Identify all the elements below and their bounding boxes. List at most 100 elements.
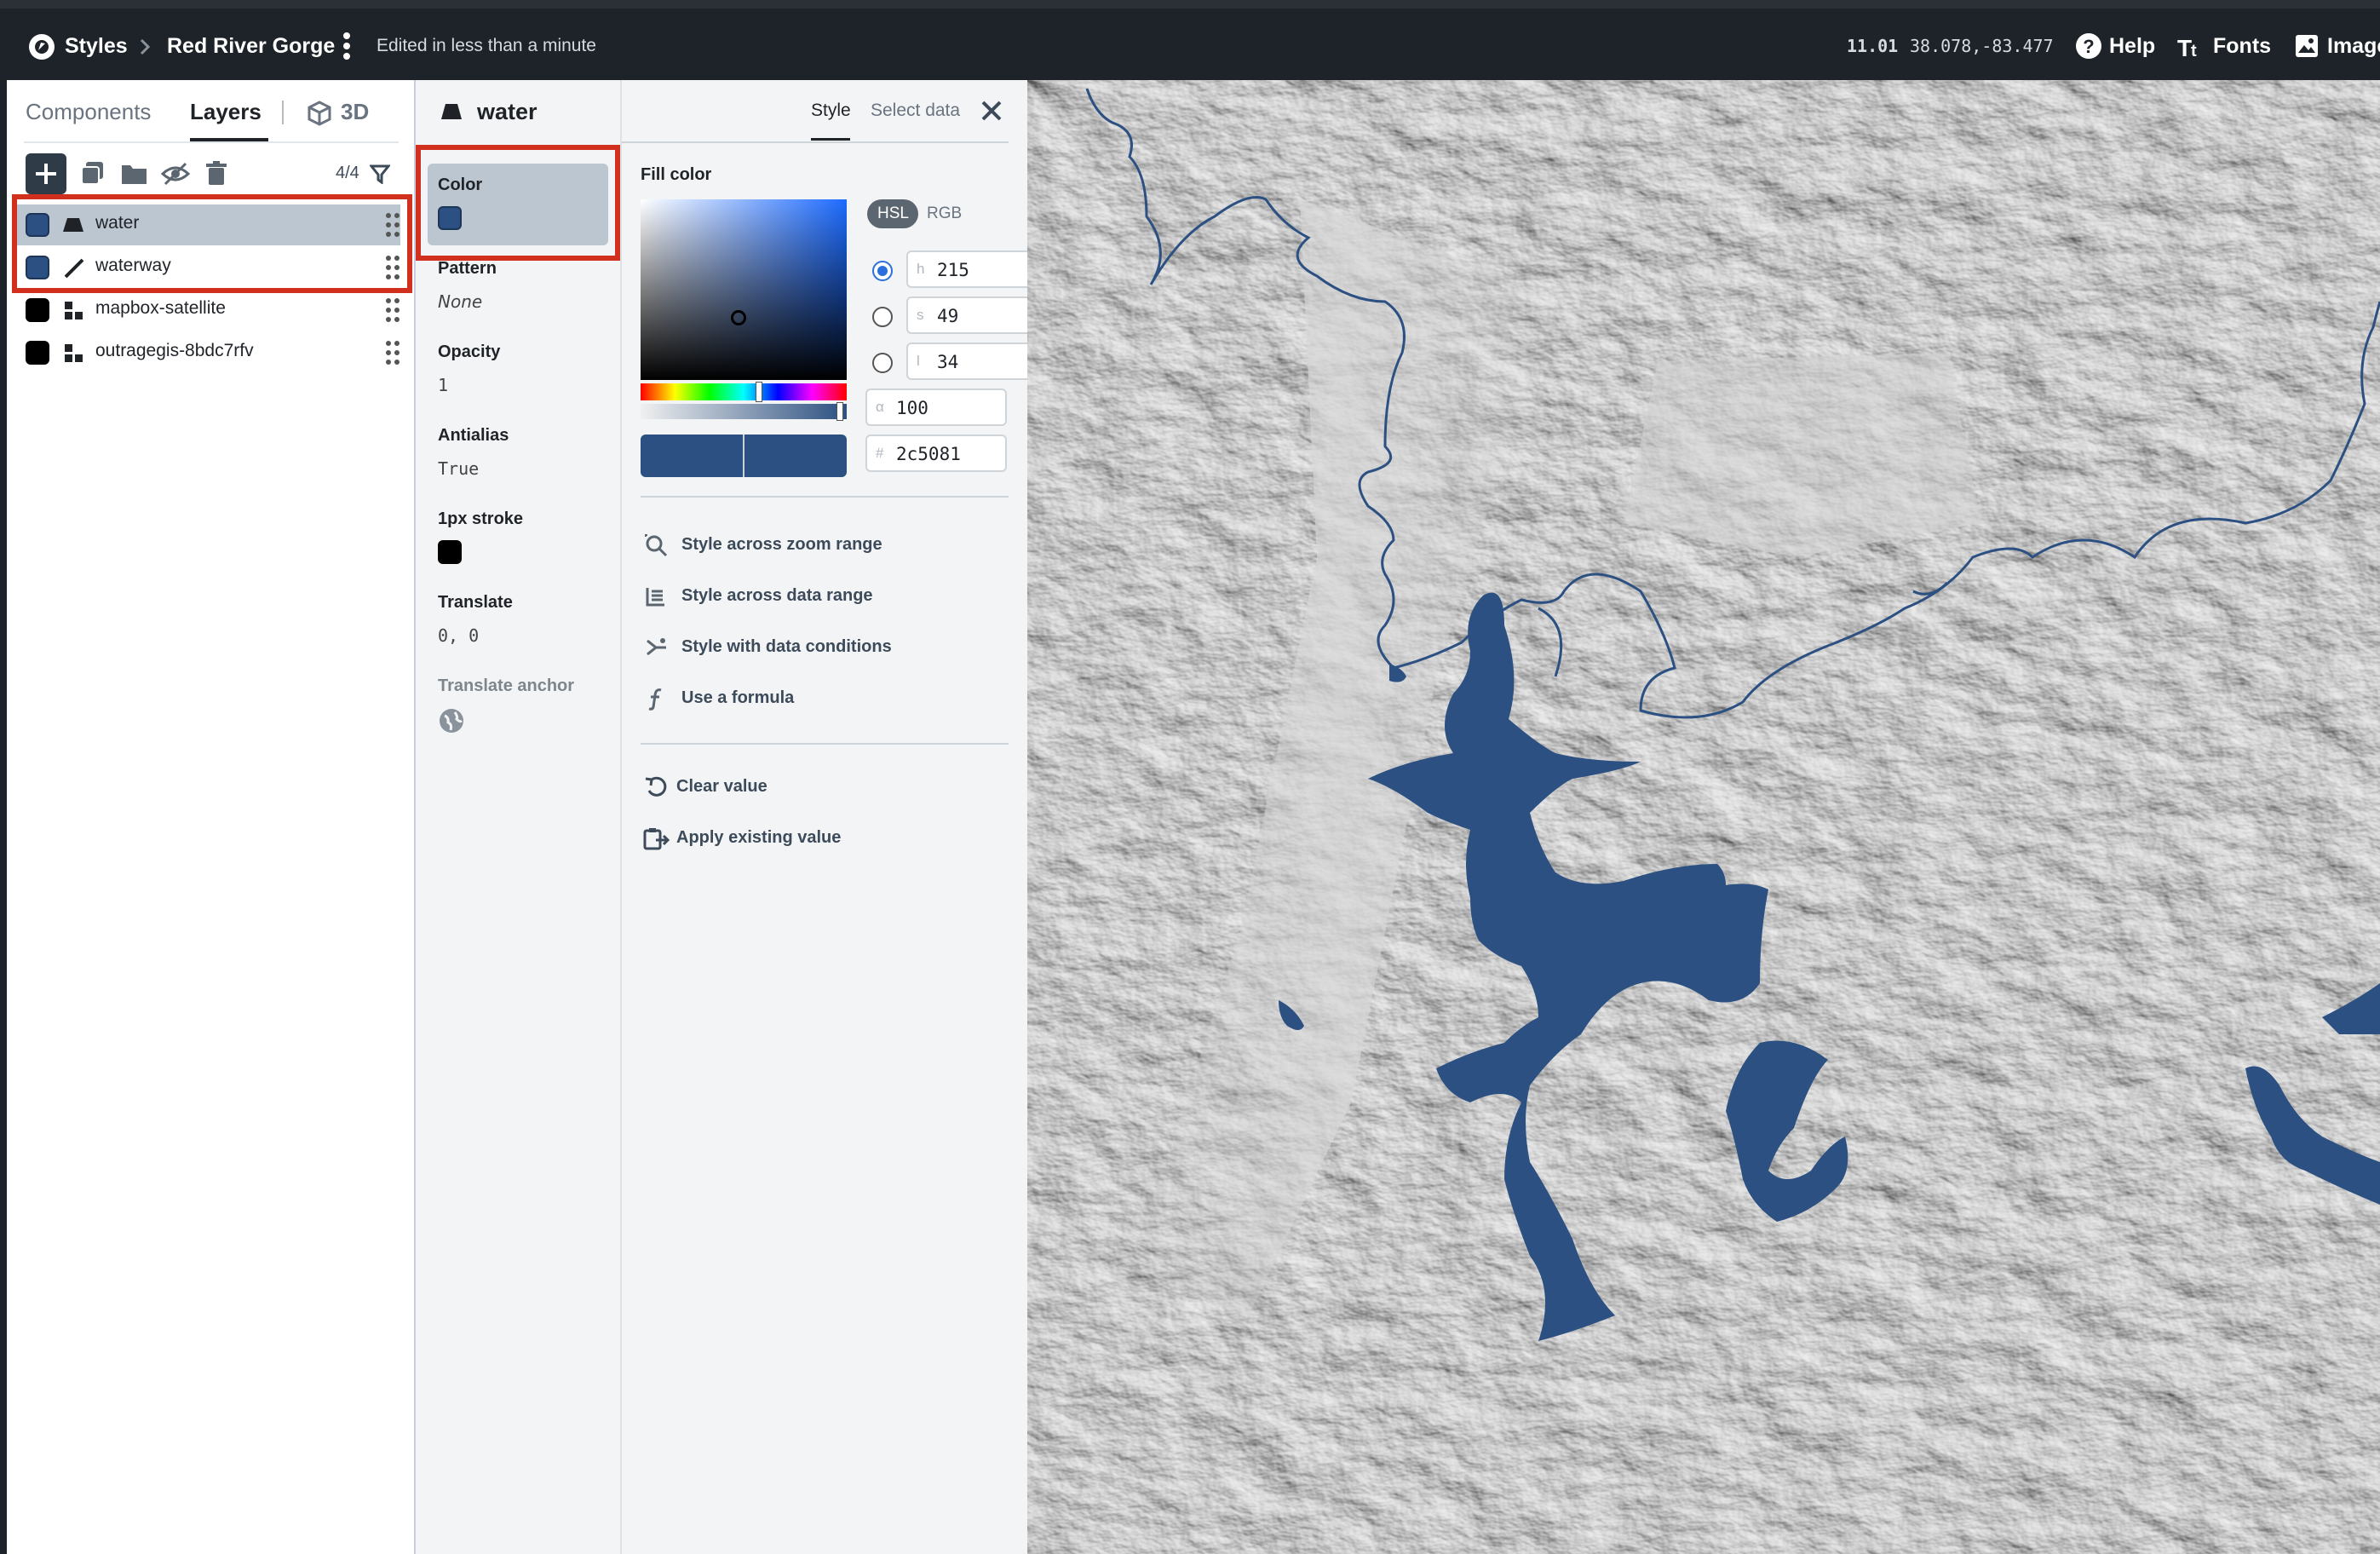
tab-style[interactable]: Style bbox=[811, 101, 851, 121]
action-label: Style across zoom range bbox=[681, 535, 882, 554]
property-label[interactable]: Translate anchor bbox=[438, 676, 574, 696]
tab-select-data[interactable]: Select data bbox=[871, 101, 960, 121]
map-canvas[interactable] bbox=[1027, 80, 2380, 1554]
field-prefix: l bbox=[917, 353, 920, 369]
layer-swatch bbox=[26, 341, 49, 365]
property-list: Color Pattern None Opacity 1 Antialias T… bbox=[416, 80, 622, 1554]
hue-slider-handle[interactable] bbox=[756, 382, 762, 402]
mode-rgb-button[interactable]: RGB bbox=[927, 204, 962, 223]
edit-status: Edited in less than a minute bbox=[377, 36, 596, 55]
filter-icon[interactable] bbox=[370, 164, 390, 184]
mapbox-logo-icon[interactable] bbox=[27, 32, 56, 61]
style-with-conditions-button[interactable]: Style with data conditions bbox=[641, 630, 998, 665]
duplicate-icon[interactable] bbox=[78, 158, 109, 189]
close-icon[interactable] bbox=[980, 99, 1003, 123]
drag-handle-icon[interactable] bbox=[385, 296, 400, 324]
action-label: Style with data conditions bbox=[681, 637, 892, 656]
action-label: Style across data range bbox=[681, 586, 873, 605]
tab-components[interactable]: Components bbox=[26, 99, 151, 125]
use-formula-button[interactable]: Use a formula bbox=[641, 682, 998, 716]
action-label: Apply existing value bbox=[676, 828, 842, 847]
globe-icon bbox=[440, 709, 463, 733]
property-label[interactable]: Translate bbox=[438, 593, 513, 613]
help-icon[interactable]: ? bbox=[2075, 32, 2102, 60]
alpha-field[interactable]: α 100 bbox=[865, 388, 1007, 426]
saturation-lightness-area[interactable] bbox=[641, 199, 847, 380]
drag-handle-icon[interactable] bbox=[385, 339, 400, 366]
tab-3d[interactable]: 3D bbox=[341, 99, 369, 125]
layer-row-mapbox-satellite[interactable]: mapbox-satellite bbox=[17, 290, 400, 331]
alpha-slider-handle[interactable] bbox=[836, 402, 843, 421]
picker-divider bbox=[641, 496, 1009, 498]
zoom-range-icon bbox=[645, 534, 668, 557]
alpha-slider[interactable] bbox=[641, 404, 847, 419]
plus-icon bbox=[36, 164, 56, 184]
style-across-data-button[interactable]: Style across data range bbox=[641, 579, 998, 613]
highlight-annotation-layers bbox=[12, 194, 412, 293]
hue-slider[interactable] bbox=[641, 383, 847, 400]
radio-h[interactable] bbox=[872, 261, 893, 281]
zoom-level: 11.01 bbox=[1847, 36, 1899, 56]
cube-3d-icon[interactable] bbox=[307, 101, 332, 126]
layer-name: mapbox-satellite bbox=[95, 298, 226, 318]
data-range-icon bbox=[646, 588, 664, 607]
mode-hsl-button[interactable]: HSL bbox=[867, 199, 918, 228]
svg-text:t: t bbox=[2191, 42, 2197, 60]
more-vertical-icon[interactable] bbox=[341, 31, 353, 61]
tab-layers[interactable]: Layers bbox=[190, 99, 262, 125]
field-prefix: s bbox=[917, 307, 924, 323]
field-prefix: h bbox=[917, 261, 925, 277]
property-value: True bbox=[438, 458, 480, 479]
action-label: Clear value bbox=[676, 777, 767, 796]
field-prefix: # bbox=[876, 445, 884, 461]
color-picker-handle[interactable] bbox=[731, 310, 746, 325]
add-layer-button[interactable] bbox=[26, 153, 66, 194]
fonts-icon[interactable]: T t bbox=[2177, 34, 2205, 60]
property-label[interactable]: Pattern bbox=[438, 259, 497, 279]
actions-divider bbox=[641, 743, 1009, 745]
property-value: 0, 0 bbox=[438, 625, 480, 646]
property-value: None bbox=[438, 291, 483, 312]
map-render[interactable] bbox=[1027, 80, 2380, 1554]
field-value: 215 bbox=[937, 260, 969, 280]
field-value: 34 bbox=[937, 352, 959, 372]
fonts-link[interactable]: Fonts bbox=[2213, 29, 2271, 63]
stroke-swatch bbox=[438, 540, 462, 564]
undo-icon bbox=[645, 776, 667, 797]
highlight-annotation-color bbox=[416, 145, 620, 261]
images-link[interactable]: Images bbox=[2327, 29, 2380, 63]
property-label[interactable]: 1px stroke bbox=[438, 509, 523, 529]
field-value: 49 bbox=[937, 306, 959, 326]
valley-floor bbox=[1624, 353, 1981, 557]
top-bar: Styles Red River Gorge Edited in less th… bbox=[0, 0, 2380, 80]
radio-s[interactable] bbox=[872, 307, 893, 327]
style-across-zoom-button[interactable]: Style across zoom range bbox=[641, 528, 998, 562]
mode-hsl-label: HSL bbox=[877, 204, 909, 222]
svg-text:?: ? bbox=[2083, 36, 2094, 57]
folder-icon[interactable] bbox=[119, 158, 150, 189]
layer-count: 4/4 bbox=[336, 164, 359, 182]
hex-field[interactable]: # 2c5081 bbox=[865, 435, 1007, 472]
image-icon[interactable] bbox=[2295, 34, 2319, 58]
trash-icon[interactable] bbox=[201, 158, 232, 189]
conditions-icon bbox=[647, 638, 666, 656]
help-link[interactable]: Help bbox=[2109, 29, 2155, 63]
fill-color-title: Fill color bbox=[641, 165, 712, 184]
paste-icon bbox=[643, 828, 670, 850]
style-name[interactable]: Red River Gorge bbox=[167, 29, 335, 63]
layer-row-outragegis[interactable]: outragegis-8bdc7rfv bbox=[17, 332, 400, 373]
property-value: 1 bbox=[438, 375, 449, 395]
property-label[interactable]: Antialias bbox=[438, 426, 509, 446]
hide-eye-icon[interactable] bbox=[160, 158, 191, 189]
property-label[interactable]: Opacity bbox=[438, 342, 500, 362]
radio-l[interactable] bbox=[872, 353, 893, 373]
action-label: Use a formula bbox=[681, 688, 795, 707]
breadcrumb-styles[interactable]: Styles bbox=[65, 29, 128, 63]
chevron-right-icon bbox=[140, 38, 151, 55]
field-value: 100 bbox=[896, 398, 928, 418]
raster-icon bbox=[65, 302, 83, 319]
clear-value-button[interactable]: Clear value bbox=[641, 770, 998, 804]
field-prefix: α bbox=[876, 399, 884, 415]
apply-existing-value-button[interactable]: Apply existing value bbox=[641, 821, 998, 855]
layer-swatch bbox=[26, 298, 49, 322]
